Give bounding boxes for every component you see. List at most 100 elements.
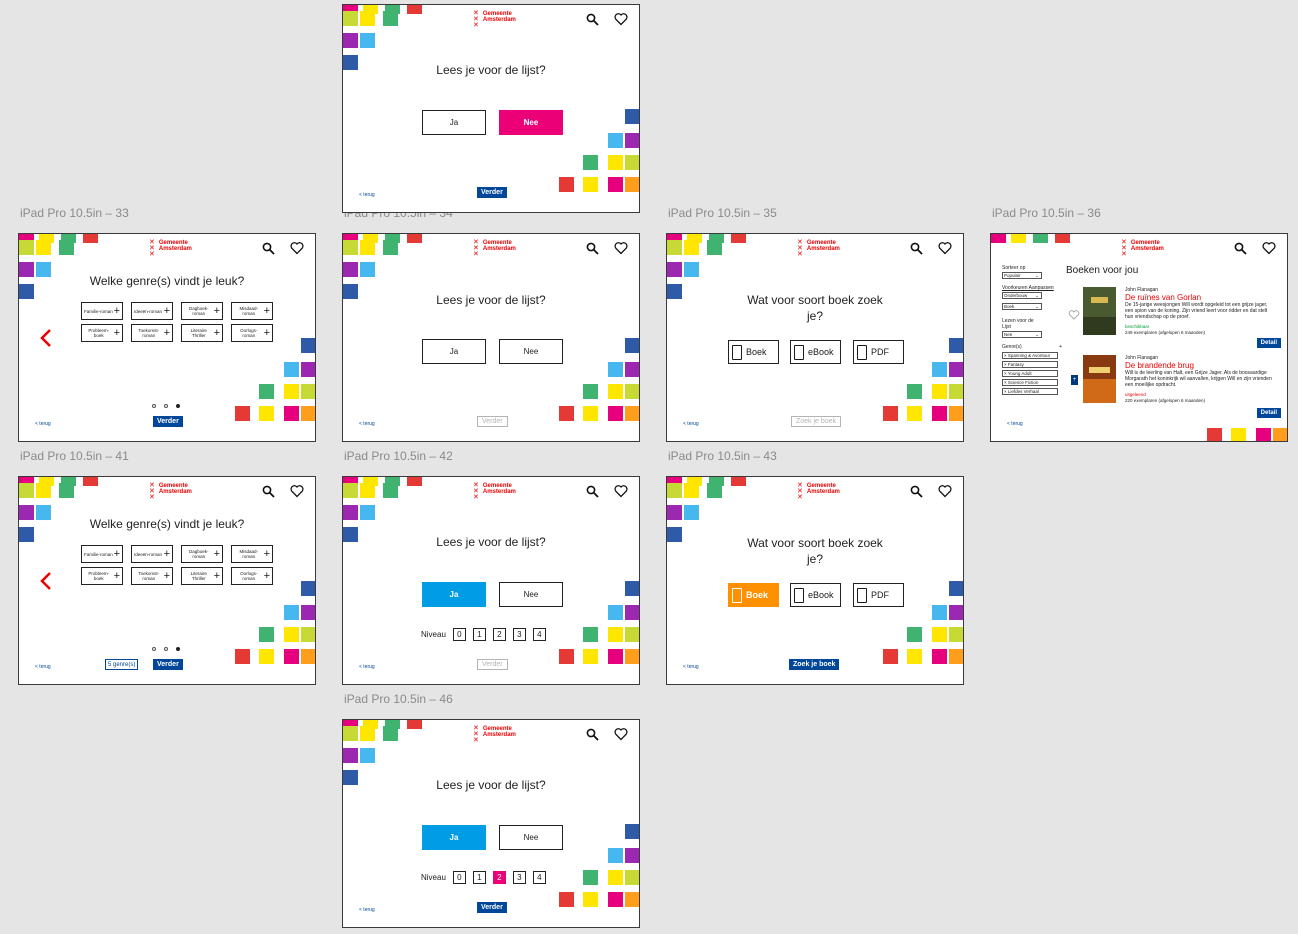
artboard-label-36[interactable]: iPad Pro 10.5in – 36 bbox=[992, 206, 1101, 220]
search-icon[interactable] bbox=[586, 242, 599, 255]
search-icon[interactable] bbox=[586, 485, 599, 498]
verder-button[interactable]: Verder bbox=[477, 902, 507, 913]
genre-chip[interactable]: × Young Adult bbox=[1002, 370, 1058, 377]
artboard-label-41[interactable]: iPad Pro 10.5in – 41 bbox=[20, 449, 129, 463]
zoek-je-boek-button[interactable]: Zoek je boek bbox=[789, 659, 840, 670]
type-ebook-button[interactable]: eBook bbox=[790, 583, 841, 607]
heart-icon[interactable] bbox=[614, 484, 628, 498]
verder-button-disabled[interactable]: Verder bbox=[477, 416, 508, 427]
pagination-dot[interactable] bbox=[164, 404, 168, 408]
add-to-list-button[interactable]: + bbox=[1071, 375, 1078, 385]
niveau-2[interactable]: 2 bbox=[492, 628, 506, 641]
terug-link[interactable]: < terug bbox=[359, 192, 375, 198]
ja-button[interactable]: Ja bbox=[422, 339, 486, 364]
heart-icon[interactable] bbox=[614, 12, 628, 26]
pagination-dot-active[interactable] bbox=[176, 647, 180, 651]
genre-option[interactable]: Ideeën-roman + bbox=[131, 545, 173, 563]
verder-button-disabled[interactable]: Verder bbox=[477, 659, 508, 670]
heart-icon[interactable] bbox=[290, 241, 304, 255]
type-boek-button[interactable]: Boek bbox=[728, 583, 779, 607]
terug-link[interactable]: < terug bbox=[359, 907, 375, 913]
type-boek-button[interactable]: Boek bbox=[728, 340, 779, 364]
terug-link[interactable]: < terug bbox=[683, 664, 699, 670]
niveau-1[interactable]: 1 bbox=[472, 628, 486, 641]
niveau-0[interactable]: 0 bbox=[452, 871, 466, 884]
type-pdf-button[interactable]: PDF bbox=[853, 340, 904, 364]
artboard-label-42[interactable]: iPad Pro 10.5in – 42 bbox=[344, 449, 453, 463]
niveau-3[interactable]: 3 bbox=[512, 871, 526, 884]
genre-option[interactable]: Misdaad-roman + bbox=[231, 302, 273, 320]
niveau-1[interactable]: 1 bbox=[472, 871, 486, 884]
ja-button[interactable]: Ja bbox=[422, 825, 486, 850]
search-icon[interactable] bbox=[910, 242, 923, 255]
nee-button[interactable]: Nee bbox=[499, 110, 563, 135]
terug-link[interactable]: < terug bbox=[359, 421, 375, 427]
genre-count-badge[interactable]: 5 genre(s) bbox=[105, 659, 139, 670]
genre-chip[interactable]: × Spanning & Avontuur bbox=[1002, 352, 1058, 359]
zoek-je-boek-button-disabled[interactable]: Zoek je boek bbox=[791, 416, 842, 427]
terug-link[interactable]: < terug bbox=[683, 421, 699, 427]
verder-button[interactable]: Verder bbox=[153, 416, 183, 427]
add-genre-icon[interactable]: + bbox=[1059, 344, 1062, 350]
book-title[interactable]: De brandende brug bbox=[1125, 361, 1275, 370]
detail-button-1[interactable]: Detail bbox=[1256, 338, 1281, 348]
genre-option[interactable]: Literaire Thriller + bbox=[181, 567, 223, 585]
genre-option[interactable]: Literaire Thriller + bbox=[181, 324, 223, 342]
genre-option[interactable]: Dagboek-roman + bbox=[181, 302, 223, 320]
heart-icon[interactable] bbox=[614, 241, 628, 255]
niveau-2-selected[interactable]: 2 bbox=[492, 871, 506, 884]
pagination-dot[interactable] bbox=[152, 647, 156, 651]
soort-select[interactable]: Boek ⌄ bbox=[1002, 303, 1042, 310]
sorteer-select[interactable]: Populair ⌄ bbox=[1002, 272, 1042, 279]
heart-icon[interactable] bbox=[938, 484, 952, 498]
heart-icon[interactable] bbox=[938, 241, 952, 255]
artboard-label-43[interactable]: iPad Pro 10.5in – 43 bbox=[668, 449, 777, 463]
search-icon[interactable] bbox=[262, 485, 275, 498]
genre-option[interactable]: Ideeën-roman + bbox=[131, 302, 173, 320]
nee-button[interactable]: Nee bbox=[499, 339, 563, 364]
chevron-left-icon[interactable] bbox=[39, 328, 53, 348]
search-icon[interactable] bbox=[262, 242, 275, 255]
terug-link[interactable]: < terug bbox=[35, 664, 51, 670]
niveau-3[interactable]: 3 bbox=[512, 628, 526, 641]
ja-button[interactable]: Ja bbox=[422, 110, 486, 135]
ja-button[interactable]: Ja bbox=[422, 582, 486, 607]
artboard-label-46[interactable]: iPad Pro 10.5in – 46 bbox=[344, 692, 453, 706]
verder-button[interactable]: Verder bbox=[477, 187, 507, 198]
nee-button[interactable]: Nee bbox=[499, 582, 563, 607]
search-icon[interactable] bbox=[1234, 242, 1247, 255]
book-title[interactable]: De ruïnes van Gorlan bbox=[1125, 293, 1275, 302]
niveau-4[interactable]: 4 bbox=[532, 628, 546, 641]
genre-option[interactable]: Dagboek-roman + bbox=[181, 545, 223, 563]
genre-option[interactable]: Misdaad-roman + bbox=[231, 545, 273, 563]
search-icon[interactable] bbox=[586, 728, 599, 741]
genre-chip[interactable]: × Fantasy bbox=[1002, 361, 1058, 368]
genre-option[interactable]: Probleem-boek + bbox=[81, 324, 123, 342]
genre-chip[interactable]: × Science Fiction bbox=[1002, 379, 1058, 386]
lijst-select[interactable]: Nee ⌄ bbox=[1002, 331, 1042, 338]
terug-link[interactable]: < terug bbox=[35, 421, 51, 427]
pagination-dot-active[interactable] bbox=[176, 404, 180, 408]
artboard-label-33[interactable]: iPad Pro 10.5in – 33 bbox=[20, 206, 129, 220]
niveau-4[interactable]: 4 bbox=[532, 871, 546, 884]
genre-option[interactable]: Oorlogs-roman + bbox=[231, 324, 273, 342]
leeftijd-select[interactable]: Onderbouw ⌄ bbox=[1002, 292, 1042, 299]
chevron-left-icon[interactable] bbox=[39, 571, 53, 591]
pagination-dot[interactable] bbox=[164, 647, 168, 651]
genre-option[interactable]: Toekomst-roman + bbox=[131, 567, 173, 585]
nee-button[interactable]: Nee bbox=[499, 825, 563, 850]
terug-link[interactable]: < terug bbox=[1007, 421, 1023, 427]
genre-option[interactable]: Familie-roman + bbox=[81, 545, 123, 563]
genre-option[interactable]: Probleem-boek + bbox=[81, 567, 123, 585]
heart-icon[interactable] bbox=[290, 484, 304, 498]
heart-outline-icon[interactable] bbox=[1068, 310, 1080, 320]
niveau-0[interactable]: 0 bbox=[452, 628, 466, 641]
detail-button-2[interactable]: Detail bbox=[1256, 408, 1281, 418]
heart-icon[interactable] bbox=[1262, 241, 1276, 255]
genre-option[interactable]: Toekomst-roman + bbox=[131, 324, 173, 342]
search-icon[interactable] bbox=[910, 485, 923, 498]
pagination-dot[interactable] bbox=[152, 404, 156, 408]
genre-option[interactable]: Familie-roman + bbox=[81, 302, 123, 320]
heart-icon[interactable] bbox=[614, 727, 628, 741]
terug-link[interactable]: < terug bbox=[359, 664, 375, 670]
